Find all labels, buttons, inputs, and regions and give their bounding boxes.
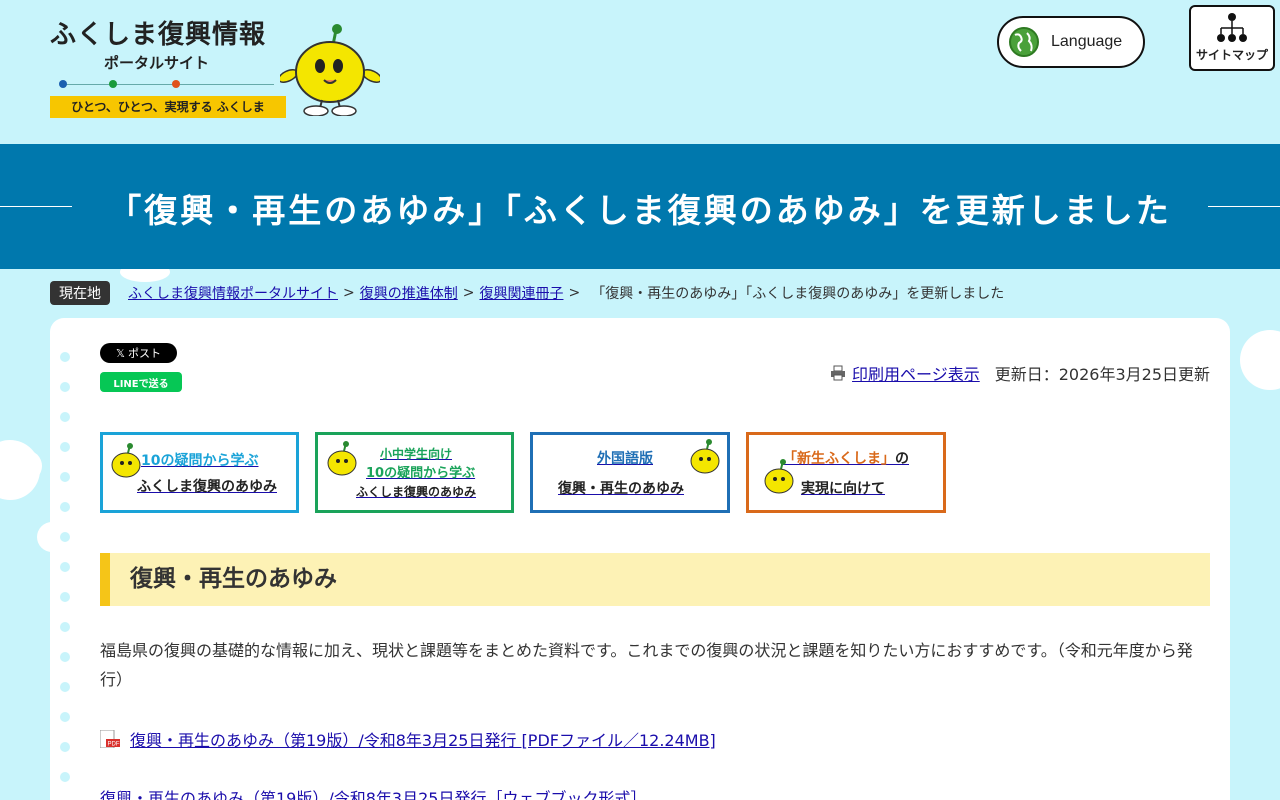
- sitemap-button[interactable]: サイトマップ: [1189, 5, 1275, 71]
- webbook-link[interactable]: 復興・再生のあゆみ（第19版）/令和8年3月25日発行［ウェブブック形式］: [100, 785, 646, 800]
- pdf-icon: PDF: [100, 730, 120, 748]
- breadcrumb-separator: >: [568, 285, 581, 301]
- breadcrumb-separator: >: [462, 285, 475, 301]
- breadcrumb-separator: >: [343, 285, 355, 301]
- page-title: 「復興・再生のあゆみ」「ふくしま復興のあゆみ」を更新しました: [108, 191, 1172, 230]
- logo-dot: [59, 80, 67, 88]
- breadcrumb: 現在地 ふくしま復興情報ポータルサイト > 復興の推進体制 > 復興関連冊子 >…: [50, 281, 1250, 305]
- mascot-icon: [280, 24, 380, 116]
- breadcrumb-link-home[interactable]: ふくしま復興情報ポータルサイト: [128, 283, 338, 303]
- logo-subtitle: ポータルサイト: [104, 54, 210, 72]
- line-share-button[interactable]: LINEで送る: [100, 372, 182, 392]
- banner-foreign-language[interactable]: 外国語版 復興・再生のあゆみ: [530, 432, 730, 513]
- breadcrumb-link-system[interactable]: 復興の推進体制: [360, 283, 458, 303]
- logo-dot: [172, 80, 180, 88]
- sitemap-label: サイトマップ: [1195, 48, 1268, 62]
- language-button[interactable]: Language: [997, 16, 1145, 68]
- decorative-cloud: [10, 450, 42, 482]
- mascot-icon: [764, 459, 794, 494]
- logo-title: ふくしま復興情報: [50, 20, 267, 50]
- logo-tagline: ひとつ、ひとつ、実現する ふくしま: [50, 96, 286, 118]
- breadcrumb-current: 「復興・再生のあゆみ」「ふくしま復興のあゆみ」を更新しました: [591, 286, 1005, 302]
- banner-line2: ふくしま復興のあゆみ: [356, 485, 477, 499]
- logo-dot: [109, 80, 117, 88]
- language-label: Language: [1051, 33, 1123, 50]
- print-page-link[interactable]: 印刷用ページ表示: [852, 361, 980, 385]
- content-card: 𝕏 ポスト LINEで送る 印刷用ページ表示 更新日：2026年3月25日更新 …: [50, 318, 1230, 800]
- banner-10-questions[interactable]: 10の疑問から学ぶ ふくしま復興のあゆみ: [100, 432, 299, 513]
- banner-line1: 「新生ふくしま」: [783, 450, 895, 467]
- site-header: ふくしま復興情報 ポータルサイト ひとつ、ひとつ、実現する ふくしま Langu…: [0, 0, 1280, 144]
- sitemap-icon: [1217, 13, 1247, 42]
- mascot-icon: [111, 443, 141, 478]
- mascot-icon: [327, 441, 357, 476]
- title-band: 「復興・再生のあゆみ」「ふくしま復興のあゆみ」を更新しました: [0, 144, 1280, 269]
- banner-line1b: の: [895, 450, 909, 467]
- banner-line2: 復興・再生のあゆみ: [558, 480, 684, 497]
- globe-icon: [1009, 27, 1039, 57]
- breadcrumb-link-booklets[interactable]: 復興関連冊子: [479, 283, 563, 303]
- section-description: 福島県の復興の基礎的な情報に加え、現状と課題等をまとめた資料です。これまでの復興…: [100, 641, 1193, 689]
- mascot-icon: [690, 439, 720, 474]
- banner-kids-10-questions[interactable]: 小中学生向け 10の疑問から学ぶ ふくしま復興のあゆみ: [315, 432, 514, 513]
- title-decor-line: [1208, 206, 1280, 207]
- svg-text:PDF: PDF: [108, 742, 120, 748]
- section-heading: 復興・再生のあゆみ: [100, 553, 1210, 606]
- breadcrumb-badge: 現在地: [50, 281, 110, 305]
- decorative-cloud: [1240, 330, 1280, 390]
- updated-date: 更新日：2026年3月25日更新: [994, 365, 1210, 384]
- printer-icon: [831, 365, 846, 381]
- logo-divider: [60, 84, 274, 85]
- pdf-link-row: PDF 復興・再生のあゆみ（第19版）/令和8年3月25日発行 [PDFファイル…: [100, 727, 716, 751]
- x-post-button[interactable]: 𝕏 ポスト: [100, 343, 177, 363]
- print-area: 印刷用ページ表示 更新日：2026年3月25日更新: [830, 361, 1210, 385]
- site-logo[interactable]: ふくしま復興情報 ポータルサイト ひとつ、ひとつ、実現する ふくしま: [50, 14, 380, 120]
- title-decor-line: [0, 206, 72, 207]
- decorative-dots: [60, 352, 70, 800]
- pdf-download-link[interactable]: 復興・再生のあゆみ（第19版）/令和8年3月25日発行 [PDFファイル／12.…: [130, 727, 716, 751]
- banner-new-fukushima[interactable]: 「新生ふくしま」の 実現に向けて: [746, 432, 946, 513]
